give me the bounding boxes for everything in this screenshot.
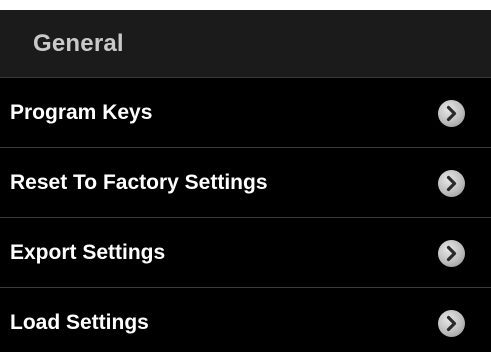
chevron-right-icon [438, 99, 465, 127]
section-title: General [33, 29, 124, 57]
settings-screen: General Program Keys Reset To Factory Se… [0, 10, 491, 352]
settings-item-label: Reset To Factory Settings [10, 170, 268, 194]
chevron-right-icon [438, 169, 465, 197]
settings-item-program-keys[interactable]: Program Keys [0, 78, 491, 148]
settings-item-load-settings[interactable]: Load Settings [0, 288, 491, 352]
settings-item-label: Load Settings [10, 311, 149, 334]
settings-item-export-settings[interactable]: Export Settings [0, 218, 491, 288]
chevron-right-icon [438, 310, 465, 337]
settings-item-label: Export Settings [10, 240, 166, 264]
section-header: General [0, 10, 491, 78]
chevron-right-icon [438, 239, 465, 267]
settings-item-reset-to-factory-settings[interactable]: Reset To Factory Settings [0, 148, 491, 218]
settings-item-label: Program Keys [10, 100, 153, 124]
